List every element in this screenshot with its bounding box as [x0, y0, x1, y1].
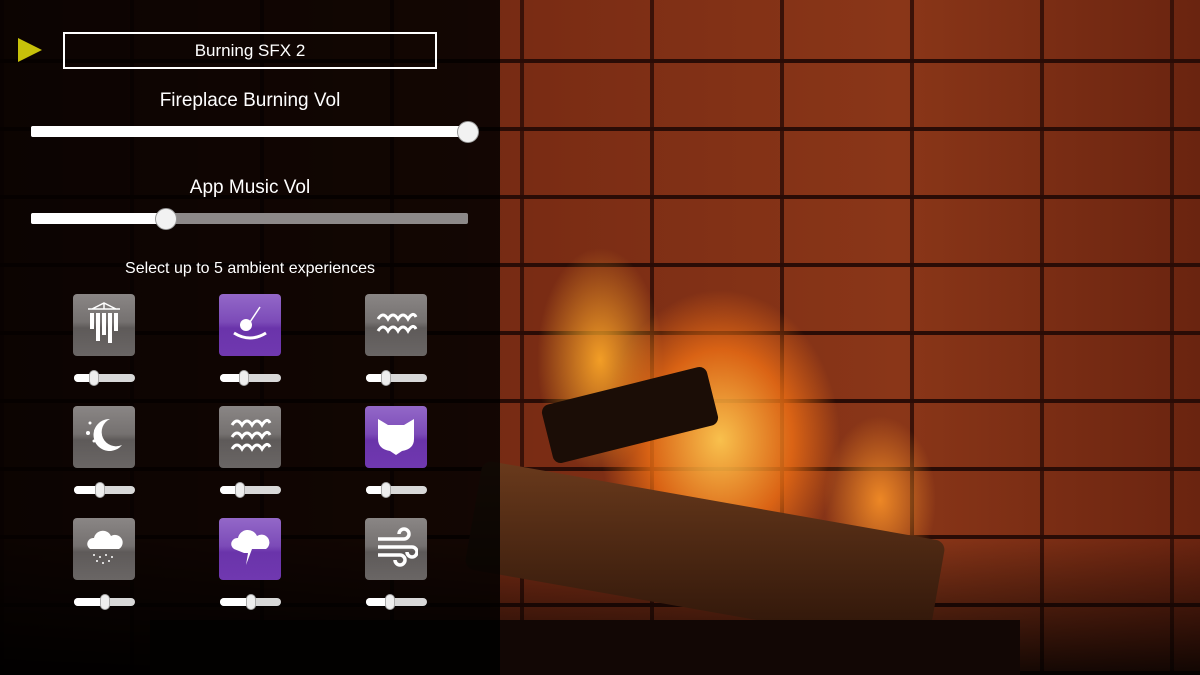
music-volume-slider[interactable]: [31, 207, 468, 230]
pendulum-icon: [228, 301, 272, 350]
thunderstorm-icon: [228, 525, 272, 574]
fireplace-volume-slider[interactable]: [31, 120, 479, 143]
slider-thumb[interactable]: [155, 207, 178, 230]
slider-thumb[interactable]: [245, 594, 256, 610]
slider-thumb[interactable]: [380, 370, 391, 386]
slider-thumb[interactable]: [380, 482, 391, 498]
music-volume-label: App Music Vol: [189, 177, 311, 198]
ambient-toggle-night-moon[interactable]: [73, 406, 135, 468]
settings-panel: Burning SFX 2 Fireplace Burning Vol App …: [0, 0, 500, 675]
wind-chimes-icon: [82, 301, 126, 350]
wind-icon: [374, 525, 419, 574]
slider-thumb[interactable]: [235, 482, 246, 498]
ambient-toggle-wind[interactable]: [365, 518, 427, 580]
log: [540, 365, 720, 465]
fireplace-volume-label: Fireplace Burning Vol: [159, 90, 341, 111]
ambient-volume-slider[interactable]: [366, 482, 427, 498]
slider-thumb[interactable]: [238, 370, 249, 386]
ambient-toggle-wind-chimes[interactable]: [73, 294, 135, 356]
ambient-volume-slider[interactable]: [74, 482, 135, 498]
play-icon[interactable]: [18, 38, 42, 62]
ambient-toggle-cat[interactable]: [365, 406, 427, 468]
waves-icon: [374, 301, 418, 350]
night-moon-icon: [82, 413, 126, 462]
ambient-volume-slider[interactable]: [366, 370, 427, 386]
ambient-toggle-pendulum[interactable]: [219, 294, 281, 356]
ambient-toggle-rain-cloud[interactable]: [73, 518, 135, 580]
ambient-volume-slider[interactable]: [74, 370, 135, 386]
ambient-hint: Select up to 5 ambient experiences: [125, 260, 375, 277]
ambient-toggle-waves[interactable]: [365, 294, 427, 356]
slider-thumb[interactable]: [457, 120, 479, 143]
sound-selector[interactable]: Burning SFX 2: [63, 32, 437, 69]
slider-fill: [31, 126, 468, 137]
slider-fill: [31, 213, 167, 224]
slider-thumb[interactable]: [99, 594, 110, 610]
rain-cloud-icon: [82, 525, 126, 574]
slider-thumb[interactable]: [385, 594, 396, 610]
ambient-volume-slider[interactable]: [74, 594, 135, 610]
ambient-volume-slider[interactable]: [220, 594, 281, 610]
ambient-toggle-thunderstorm[interactable]: [219, 518, 281, 580]
cat-icon: [374, 413, 418, 462]
ambient-volume-slider[interactable]: [366, 594, 427, 610]
slider-thumb[interactable]: [88, 370, 99, 386]
ocean-waves-icon: [228, 413, 272, 462]
ambient-volume-slider[interactable]: [220, 482, 281, 498]
ambient-volume-slider[interactable]: [220, 370, 281, 386]
slider-thumb[interactable]: [94, 482, 105, 498]
ambient-toggle-ocean-waves[interactable]: [219, 406, 281, 468]
